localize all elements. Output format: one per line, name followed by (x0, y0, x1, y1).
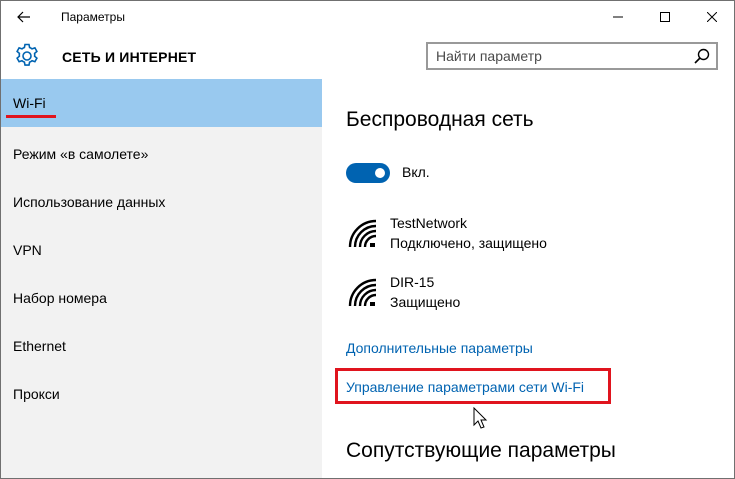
title-bar: Параметры (1, 1, 734, 33)
network-status: Защищено (390, 294, 461, 310)
sidebar-item-label: Набор номера (13, 290, 107, 306)
toggle-label: Вкл. (402, 164, 430, 180)
search-box[interactable] (426, 42, 718, 70)
network-name: TestNetwork (390, 215, 468, 231)
window-title: Параметры (61, 10, 125, 24)
wifi-signal-icon (348, 219, 377, 248)
sidebar-item-proxy[interactable]: Прокси (1, 370, 322, 418)
sidebar-item-label: Режим «в самолете» (13, 146, 149, 162)
wifi-signal-icon (348, 278, 377, 307)
maximize-button[interactable] (642, 1, 688, 33)
toggle-knob (375, 168, 385, 178)
annotation-underline (6, 115, 56, 118)
search-icon[interactable] (694, 48, 710, 64)
back-arrow-icon (17, 11, 30, 23)
sidebar-item-label: Wi-Fi (13, 95, 46, 111)
mouse-cursor-icon (473, 407, 488, 429)
annotation-highlight-box (335, 368, 611, 404)
gear-icon (16, 43, 38, 66)
settings-window: Параметры СЕТЬ И ИНТЕРНЕТ Найти параметр… (0, 0, 735, 479)
related-settings-heading: Сопутствующие параметры (346, 439, 616, 462)
wifi-toggle[interactable] (346, 163, 390, 183)
sidebar-item-label: VPN (13, 242, 42, 258)
sidebar-item-vpn[interactable]: VPN (1, 226, 322, 274)
minimize-button[interactable] (595, 1, 641, 33)
network-name: DIR-15 (390, 274, 435, 290)
sidebar: Wi-Fi Режим «в самолете» Использование д… (1, 79, 322, 478)
sidebar-item-airplane-mode[interactable]: Режим «в самолете» (1, 130, 322, 178)
network-status: Подключено, защищено (390, 235, 547, 251)
search-input[interactable] (436, 47, 676, 65)
sidebar-item-label: Прокси (13, 386, 60, 402)
network-item[interactable]: TestNetwork Подключено, защищено (346, 211, 726, 255)
close-icon (707, 12, 717, 22)
minimize-icon (613, 16, 623, 18)
sidebar-item-wifi[interactable]: Wi-Fi (1, 79, 322, 127)
sidebar-item-dial-up[interactable]: Набор номера (1, 274, 322, 322)
page-header: СЕТЬ И ИНТЕРНЕТ (1, 33, 734, 79)
section-title: СЕТЬ И ИНТЕРНЕТ (62, 49, 197, 65)
close-button[interactable] (689, 1, 734, 33)
sidebar-item-ethernet[interactable]: Ethernet (1, 322, 322, 370)
page-title: Беспроводная сеть (346, 108, 534, 131)
sidebar-item-data-usage[interactable]: Использование данных (1, 178, 322, 226)
maximize-icon (660, 12, 670, 22)
back-button[interactable] (1, 1, 47, 33)
sidebar-item-label: Использование данных (13, 194, 166, 210)
main-content: Беспроводная сеть Вкл. TestNetwork Подкл… (322, 79, 734, 478)
sidebar-item-label: Ethernet (13, 338, 66, 354)
network-item[interactable]: DIR-15 Защищено (346, 270, 726, 314)
advanced-options-link[interactable]: Дополнительные параметры (346, 340, 533, 356)
